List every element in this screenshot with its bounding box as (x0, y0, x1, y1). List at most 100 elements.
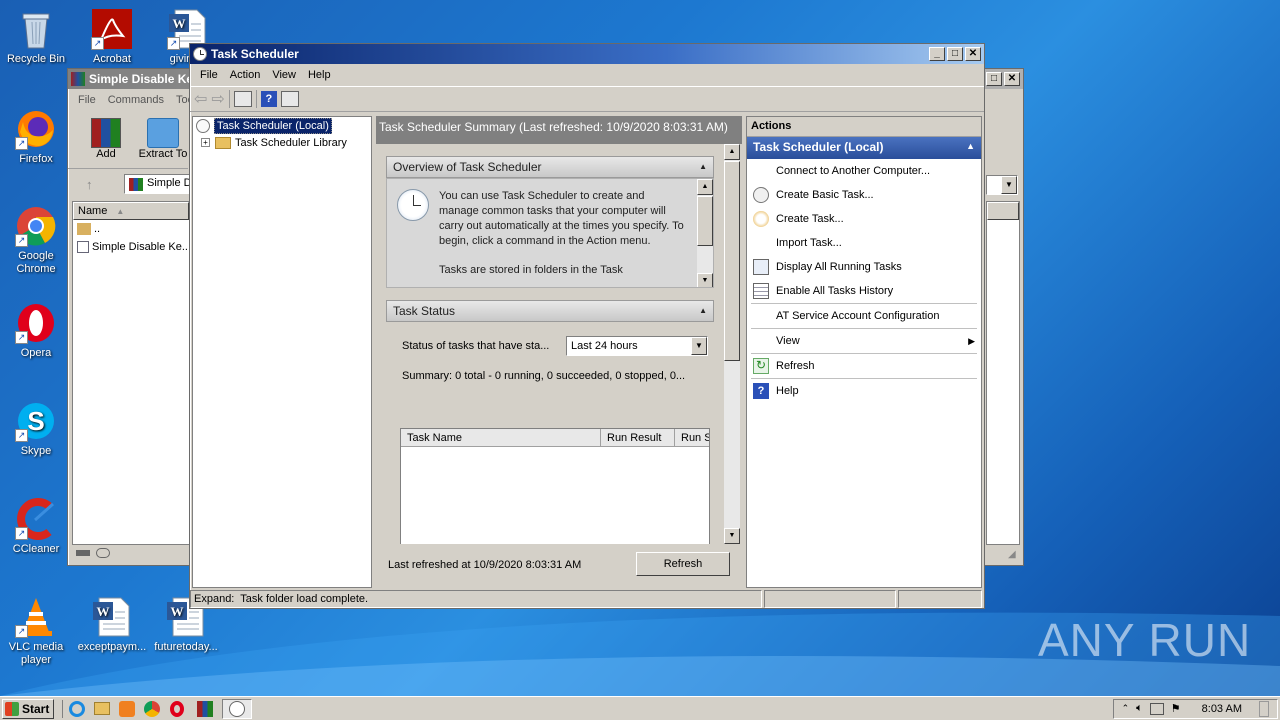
help-icon[interactable]: ? (260, 91, 277, 107)
action-enable-history[interactable]: Enable All Tasks History (747, 279, 981, 303)
overview-header[interactable]: Overview of Task Scheduler ▲ (386, 156, 714, 178)
winrar-taskbar-icon[interactable] (191, 699, 219, 719)
winrar-toolbar: Add Extract To (68, 113, 188, 169)
scroll-down-icon[interactable]: ▼ (724, 528, 740, 544)
ts-titlebar[interactable]: Task Scheduler _ □ ✕ (190, 44, 984, 64)
winrar-add-button[interactable]: Add (88, 118, 124, 160)
scroll-down-icon[interactable]: ▼ (697, 273, 713, 287)
chrome-icon[interactable]: ↗ Google Chrome (0, 205, 72, 276)
ts-menu-help[interactable]: Help (302, 69, 337, 81)
up-arrow-icon[interactable]: ↑ (86, 177, 93, 192)
expand-plus-icon[interactable]: + (201, 138, 210, 147)
action-connect[interactable]: Connect to Another Computer... (747, 159, 981, 183)
task-scheduler-window[interactable]: Task Scheduler _ □ ✕ File Action View He… (189, 43, 985, 609)
overview-body: You can use Task Scheduler to create and… (386, 178, 714, 288)
vlc-icon[interactable]: ↗ VLC media player (0, 596, 72, 667)
action-at-service[interactable]: AT Service Account Configuration (747, 304, 981, 328)
ts-menu-action[interactable]: Action (224, 69, 267, 81)
winrar-file-list[interactable]: Name ▲ .. Simple Disable Ke... (72, 201, 190, 545)
winrar-close-button[interactable]: ✕ (1004, 72, 1020, 86)
action-display-running[interactable]: Display All Running Tasks (747, 255, 981, 279)
collapse-up-icon[interactable]: ▲ (699, 157, 707, 177)
collapse-up-icon[interactable]: ▲ (966, 141, 975, 151)
ts-menu-file[interactable]: File (194, 69, 224, 81)
overview-scrollbar[interactable]: ▲ ▼ (697, 179, 713, 287)
chevron-down-icon: ▼ (1001, 176, 1017, 194)
media-player-taskbar-icon[interactable] (116, 699, 138, 719)
tree-item-root[interactable]: Task Scheduler (Local) (193, 117, 371, 134)
refresh-button[interactable]: Refresh (636, 552, 730, 576)
show-hide-tree-icon[interactable] (233, 91, 252, 107)
winrar-address-field[interactable]: Simple D (124, 174, 194, 194)
acrobat-icon[interactable]: ↗ Acrobat (76, 8, 148, 65)
winrar-row-file[interactable]: Simple Disable Ke... (73, 238, 189, 256)
winrar-menu-commands[interactable]: Commands (102, 94, 170, 106)
flag-icon[interactable]: ⚑ (1171, 702, 1181, 715)
clock-time[interactable]: 8:03 AM (1202, 703, 1242, 715)
ts-minimize-button[interactable]: _ (929, 47, 945, 61)
task-table[interactable]: Task Name Run Result Run S (400, 428, 710, 544)
action-help[interactable]: ? Help (747, 379, 981, 403)
resize-grip-icon[interactable]: ◢ (1008, 549, 1016, 560)
svg-text:S: S (27, 406, 44, 436)
ccleaner-icon[interactable]: ↗ CCleaner (0, 498, 72, 555)
scroll-up-icon[interactable]: ▲ (724, 144, 740, 160)
statusbar-text: Expand: Task folder load complete. (194, 593, 369, 605)
skype-icon[interactable]: S ↗ Skype (0, 400, 72, 457)
ts-menu-view[interactable]: View (266, 69, 302, 81)
opera-taskbar-icon[interactable] (166, 699, 188, 719)
winrar-extract-button[interactable]: Extract To (138, 118, 188, 160)
forward-arrow-icon[interactable]: ⇨ (211, 89, 224, 109)
winrar-menu-file[interactable]: File (72, 94, 102, 106)
start-button[interactable]: Start (2, 698, 54, 719)
action-import-task[interactable]: Import Task... (747, 231, 981, 255)
start-label: Start (22, 701, 50, 716)
task-status-header[interactable]: Task Status ▲ (386, 300, 714, 322)
ie-taskbar-icon[interactable] (66, 699, 88, 719)
winrar-maximize-button[interactable]: □ (986, 72, 1002, 86)
column-run-start[interactable]: Run S (675, 429, 709, 446)
tray-expand-icon[interactable]: ⌃ (1122, 703, 1130, 714)
summary-scroll-thumb[interactable] (724, 161, 740, 361)
actions-section-header[interactable]: Task Scheduler (Local) ▲ (747, 137, 981, 159)
show-action-pane-icon[interactable] (280, 91, 299, 107)
winrar-address-dropdown[interactable]: ▼ (986, 175, 1018, 195)
sort-up-icon: ▲ (116, 207, 125, 216)
column-run-result[interactable]: Run Result (601, 429, 675, 446)
ts-maximize-button[interactable]: □ (947, 47, 963, 61)
winrar-column-name[interactable]: Name ▲ (73, 202, 189, 220)
action-create-basic-task[interactable]: Create Basic Task... (747, 183, 981, 207)
winrar-row-parent[interactable]: .. (73, 220, 189, 238)
task-scheduler-taskbar-icon[interactable] (222, 698, 252, 719)
summary-scroll-area[interactable]: Overview of Task Scheduler ▲ You can use… (376, 144, 742, 544)
network-icon[interactable] (1149, 702, 1164, 715)
tree-item-library[interactable]: + Task Scheduler Library (193, 134, 371, 151)
status-period-select[interactable]: Last 24 hours ▼ (566, 336, 708, 356)
collapse-up-icon[interactable]: ▲ (699, 301, 707, 321)
doc1-icon[interactable]: W exceptpaym... (76, 596, 148, 653)
volume-icon[interactable]: 🔈︎ (1136, 702, 1143, 715)
winrar-app-icon (71, 72, 85, 86)
scroll-up-icon[interactable]: ▲ (697, 179, 713, 195)
overview-scroll-thumb[interactable] (697, 196, 713, 246)
last-refreshed: Last refreshed at 10/9/2020 8:03:31 AM (388, 559, 581, 571)
summary-scrollbar[interactable]: ▲ ▼ (724, 144, 740, 544)
opera-icon[interactable]: ↗ Opera (0, 302, 72, 359)
firefox-icon[interactable]: ↗ Firefox (0, 108, 72, 165)
back-arrow-icon[interactable]: ⇦ (194, 89, 207, 109)
explorer-taskbar-icon[interactable] (91, 699, 113, 719)
recycle-bin-icon[interactable]: Recycle Bin (0, 8, 72, 65)
actions-header: Actions (747, 117, 981, 137)
show-desktop-button[interactable] (1259, 700, 1269, 717)
svg-text:W: W (171, 604, 184, 619)
column-task-name[interactable]: Task Name (401, 429, 601, 446)
chevron-down-icon[interactable]: ▼ (691, 337, 707, 355)
ts-tree-pane[interactable]: Task Scheduler (Local) + Task Scheduler … (192, 116, 372, 588)
chrome-taskbar-icon[interactable] (141, 699, 163, 719)
action-view[interactable]: View ▶ (747, 329, 981, 353)
winrar-column-extra (987, 202, 1019, 220)
action-help-label: Help (776, 385, 799, 397)
action-create-task[interactable]: Create Task... (747, 207, 981, 231)
ts-close-button[interactable]: ✕ (965, 47, 981, 61)
action-refresh[interactable]: ↻ Refresh (747, 354, 981, 378)
